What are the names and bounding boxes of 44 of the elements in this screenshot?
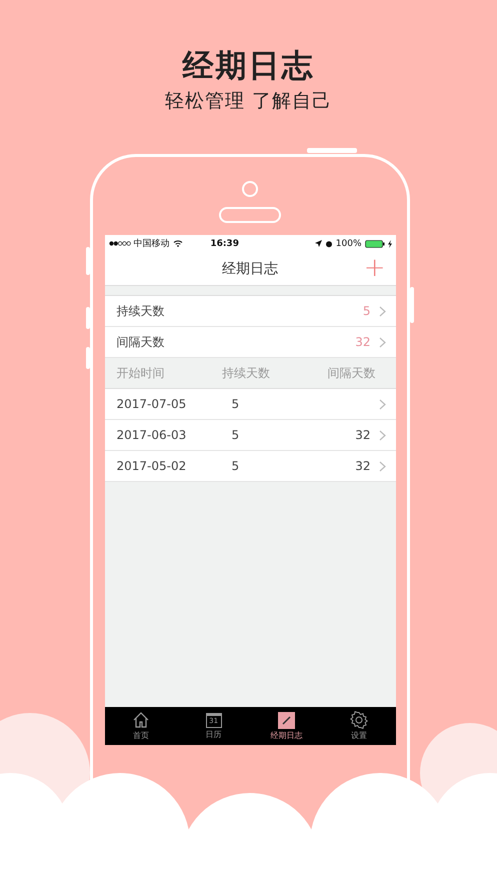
home-icon (132, 711, 150, 729)
table-cell-text: 5 (232, 397, 240, 411)
table-cell-text: 2017-05-02 (116, 459, 188, 473)
chevron-right-icon (378, 306, 386, 316)
speaker-icon (219, 207, 281, 223)
summary-row[interactable]: 间隔天数 32 (104, 327, 396, 358)
location-icon (314, 240, 322, 247)
chevron-right-icon (378, 460, 386, 472)
camera-icon (242, 181, 258, 197)
summary-value: 32 (355, 335, 370, 349)
table-cell-text: 5 (232, 428, 240, 442)
wifi-icon (172, 240, 182, 247)
table-cell: 32 (355, 459, 370, 473)
nav-title: 经期日志 (222, 260, 278, 278)
chevron-right-icon (378, 430, 386, 440)
summary-label: 间隔天数 (116, 334, 166, 350)
battery-icon (364, 240, 385, 248)
chevron-right-icon (378, 336, 386, 348)
summary-row[interactable]: 持续天数 5 (104, 296, 396, 327)
battery-percent: 100% (336, 238, 362, 248)
column-header: 开始时间 (116, 364, 166, 382)
column-header: 持续天数 (220, 364, 271, 382)
tab-bar-item[interactable]: 设置 (322, 707, 396, 745)
record-row[interactable]: 2017-05-02 5 32 (104, 451, 396, 482)
note-edit-icon (278, 712, 295, 728)
summary-value: 5 (362, 304, 370, 318)
settings-icon (350, 711, 368, 729)
charging-icon (388, 240, 392, 248)
signal-icon (108, 241, 130, 246)
summary-label: 持续天数 (116, 302, 166, 320)
table-cell-text: 5 (232, 459, 240, 473)
table-cell: 32 (355, 428, 370, 442)
table-cell-text: 2017-06-03 (116, 428, 188, 442)
promo-title: 经期日志 (182, 47, 314, 86)
column-header: 间隔天数 (326, 364, 376, 382)
promo-subtitle: 轻松管理 了解自己 (164, 89, 332, 114)
record-row[interactable]: 2017-06-03 5 32 (104, 420, 396, 451)
table-cell-text: 2017-07-05 (116, 397, 188, 411)
status-time: 16:39 (210, 238, 239, 248)
chevron-right-icon (378, 398, 386, 410)
record-row[interactable]: 2017-07-05 5 (104, 389, 396, 420)
tab-bar-item[interactable]: 首页 (104, 707, 178, 745)
carrier-name: 中国移动 (134, 238, 170, 250)
tab-bar-item[interactable]: 经期日志 (250, 707, 323, 745)
